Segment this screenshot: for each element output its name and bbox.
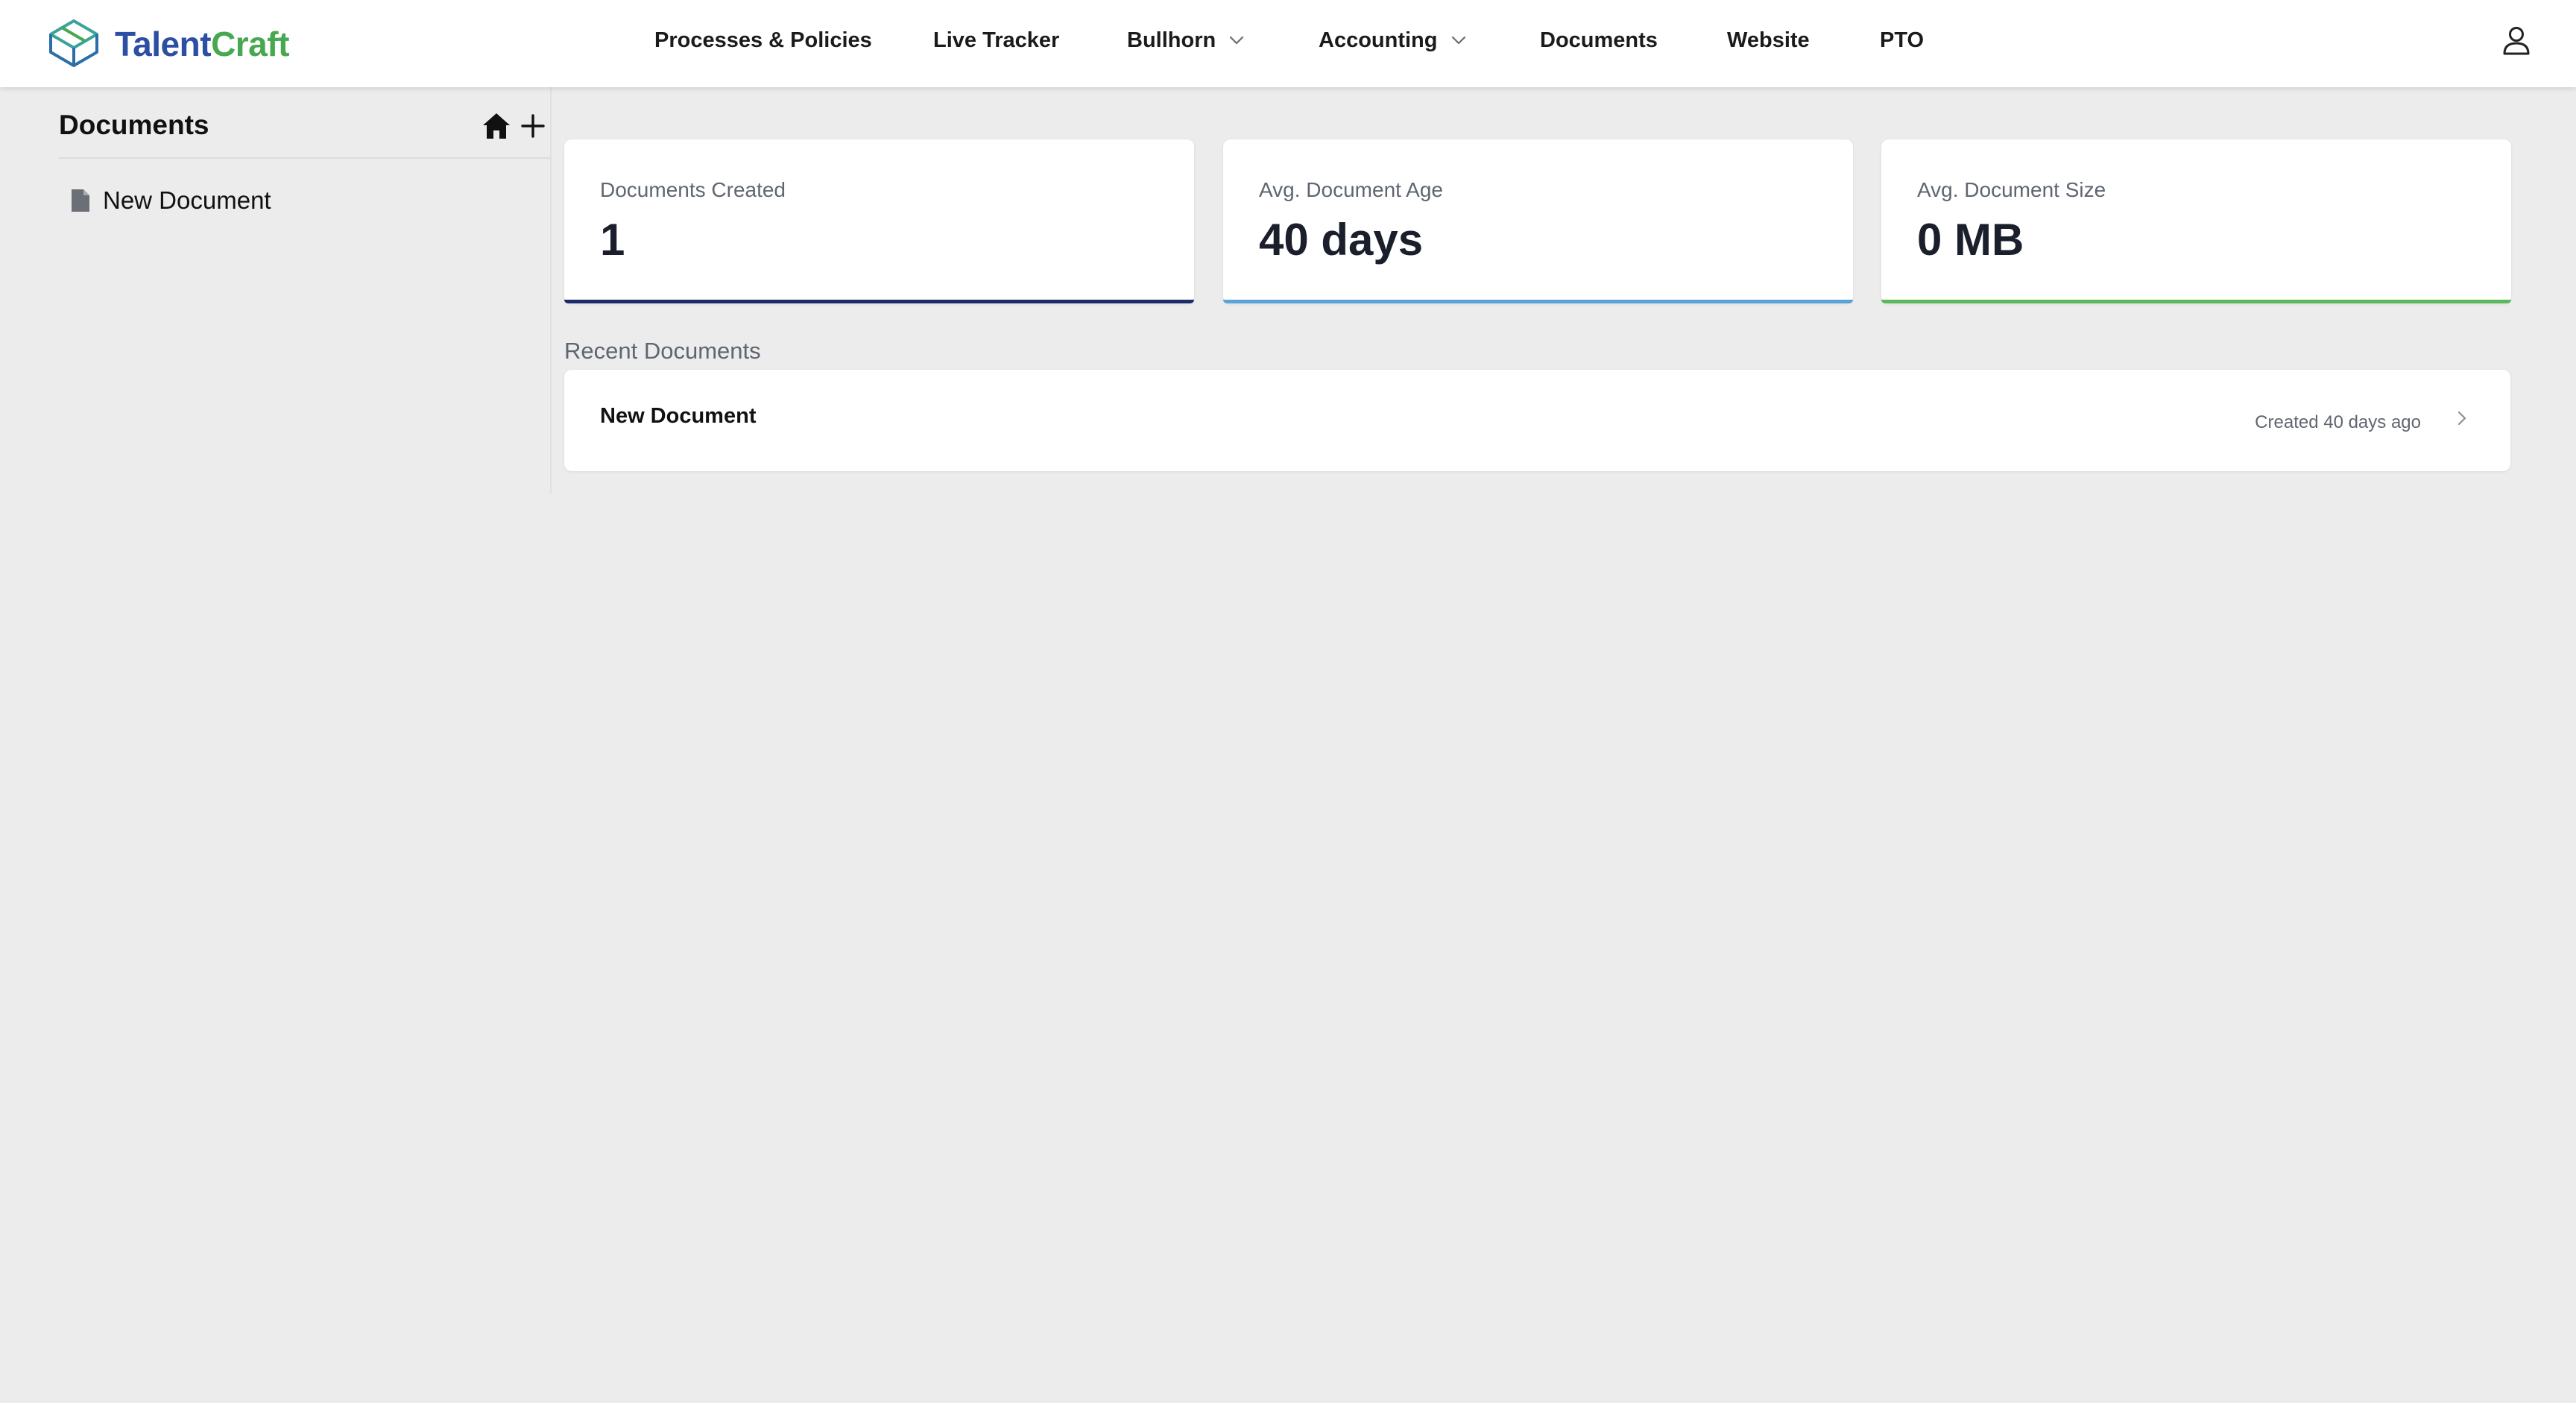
nav-label: Accounting [1319,28,1438,52]
sidebar-document-label: New Document [103,186,271,214]
brand-logo[interactable]: TalentCraft [46,10,289,78]
chevron-down-icon [1451,36,1465,45]
nav-label: Website [1727,28,1810,52]
stat-accent-bar [1881,300,2511,303]
brand-name: TalentCraft [115,24,289,64]
nav-documents[interactable]: Documents [1540,25,1658,55]
nav-label: Live Tracker [933,28,1060,52]
brand-name-part1: Talent [115,25,212,63]
stat-card-avg-document-size: Avg. Document Size 0 MB [1881,139,2511,303]
recent-document-name: New Document [600,404,757,428]
nav-label: PTO [1880,28,1925,52]
stat-value: 40 days [1259,215,1424,265]
nav-processes-policies[interactable]: Processes & Policies [654,25,872,55]
stat-value: 1 [600,215,625,265]
user-icon[interactable] [2500,24,2533,57]
stat-label: Avg. Document Size [1917,178,2106,201]
stat-card-avg-document-age: Avg. Document Age 40 days [1223,139,1853,303]
file-icon [72,189,89,212]
documents-sidebar: Documents New Document [0,87,552,494]
brand-name-part2: Craft [211,25,289,63]
top-navigation-bar: TalentCraft Processes & Policies Live Tr… [0,0,2576,87]
home-icon[interactable] [482,112,511,140]
nav-pto[interactable]: PTO [1880,25,1924,55]
stat-label: Documents Created [600,178,786,201]
stat-label: Avg. Document Age [1259,178,1443,201]
nav-live-tracker[interactable]: Live Tracker [933,25,1059,55]
stat-accent-bar [564,300,1194,303]
nav-label: Bullhorn [1127,28,1216,52]
plus-icon[interactable] [520,113,546,139]
recent-documents-heading: Recent Documents [564,338,761,364]
recent-document-created: Created 40 days ago [2255,412,2421,432]
sidebar-divider [59,157,552,159]
cube-logo-icon [49,19,98,67]
recent-document-row[interactable]: New Document Created 40 days ago [564,370,2510,471]
nav-accounting-dropdown[interactable]: Accounting [1319,25,1468,55]
nav-label: Processes & Policies [654,28,872,52]
stat-card-documents-created: Documents Created 1 [564,139,1194,303]
sidebar-document-item[interactable]: New Document [70,186,271,215]
stat-value: 0 MB [1917,215,2024,265]
chevron-down-icon [1230,36,1244,45]
stat-accent-bar [1223,300,1853,303]
sidebar-title: Documents [59,110,209,140]
nav-label: Documents [1540,28,1658,52]
chevron-right-icon [2457,411,2466,426]
nav-website[interactable]: Website [1727,25,1810,55]
nav-bullhorn-dropdown[interactable]: Bullhorn [1127,25,1246,55]
